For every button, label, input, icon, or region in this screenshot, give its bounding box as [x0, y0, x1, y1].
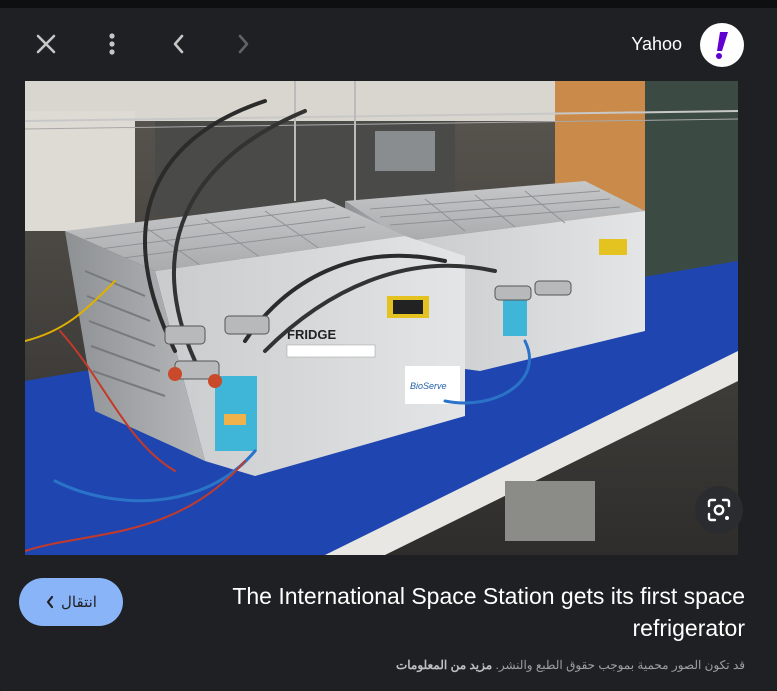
close-icon — [36, 34, 56, 54]
article-title[interactable]: The International Space Station gets its… — [165, 580, 745, 644]
more-options-button[interactable] — [96, 28, 128, 60]
brand-label: BioServe — [410, 381, 447, 391]
google-lens-icon — [707, 498, 731, 522]
fridge-label: FRIDGE — [287, 327, 336, 342]
close-button[interactable] — [30, 28, 62, 60]
space-refrigerator-photo: BioServe FRIDGE — [25, 81, 738, 555]
chevron-left-icon — [173, 34, 184, 54]
more-vert-icon — [109, 33, 115, 55]
copyright-notice: قد تكون الصور محمية بموجب حقوق الطبع وال… — [396, 658, 745, 672]
google-lens-button[interactable] — [695, 486, 743, 534]
more-info-link[interactable]: مزيد من المعلومات — [396, 658, 492, 672]
source-logo[interactable] — [700, 23, 744, 67]
viewer-toolbar: Yahoo — [0, 8, 777, 82]
previous-button[interactable] — [162, 28, 194, 60]
visit-button-label: انتقال — [61, 594, 97, 611]
chevron-left-icon — [46, 595, 54, 609]
main-image[interactable]: BioServe FRIDGE — [25, 81, 738, 555]
next-button[interactable] — [228, 28, 260, 60]
source-name[interactable]: Yahoo — [631, 34, 682, 55]
image-viewer-panel: Yahoo BioServe FRIDGE انتقال The Interna… — [0, 8, 777, 691]
copyright-text: قد تكون الصور محمية بموجب حقوق الطبع وال… — [495, 658, 746, 672]
yahoo-logo-icon — [716, 32, 728, 59]
chevron-right-icon — [238, 34, 249, 54]
visit-button[interactable]: انتقال — [19, 578, 123, 626]
